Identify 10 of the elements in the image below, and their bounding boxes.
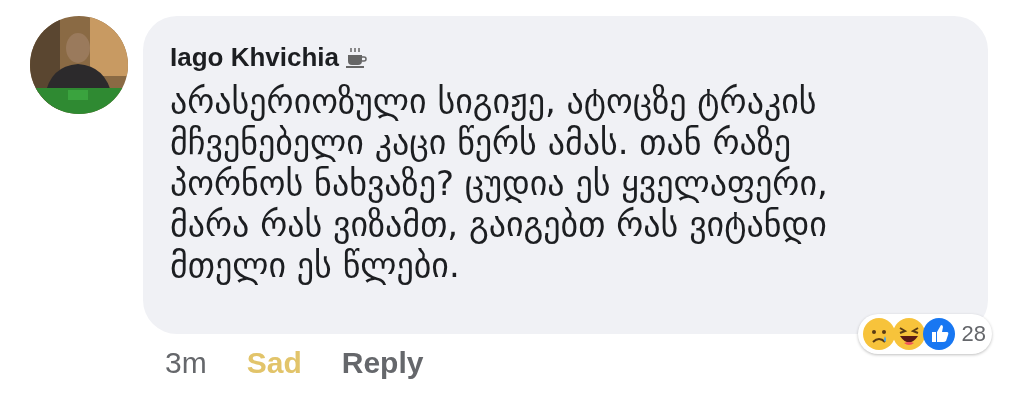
comment-text: არასერიოზული სიგიჟე, ატოცზე ტრაკის მჩვენებელი კაცი წერს ამას. თან რაზე პორნოს ნახვაზე? ცუდია ეს ყველაფერი, მარა რას ვიზამთ, გაიგებთ რას ვიტანდი მთელი ეს წლები. [170, 81, 829, 286]
comment-time[interactable]: 3m [165, 346, 207, 380]
author-name[interactable]: Iago Khvichia [170, 42, 340, 73]
coffee-cup-icon [345, 46, 368, 69]
thumbs-up-icon [921, 317, 956, 351]
reply-link[interactable]: Reply [341, 346, 424, 380]
sad-emoji-icon [861, 317, 896, 351]
reaction-count: 28 [961, 321, 986, 347]
reaction-summary[interactable]: 28 [857, 314, 992, 354]
laughing-emoji-icon [891, 317, 926, 351]
